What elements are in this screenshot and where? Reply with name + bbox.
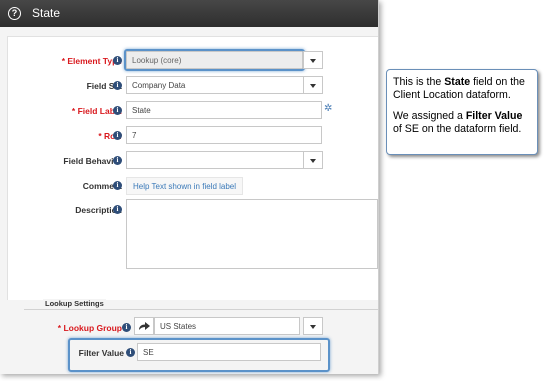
- lookup-group-select[interactable]: US States: [154, 317, 300, 335]
- gear-icon[interactable]: ✲: [324, 104, 332, 114]
- field-label-input[interactable]: State: [126, 101, 322, 119]
- share-arrow-icon[interactable]: [134, 317, 154, 335]
- info-icon[interactable]: i: [113, 106, 122, 115]
- state-field-dialog: ? State * Element Type i Lookup (core) F…: [0, 0, 379, 374]
- info-icon[interactable]: i: [113, 181, 122, 190]
- callout-bold-text: State: [444, 76, 471, 88]
- field-behavior-dropdown-button[interactable]: [303, 151, 323, 169]
- section-divider: [24, 309, 378, 310]
- info-icon[interactable]: i: [113, 81, 122, 90]
- callout-text: This is the: [393, 76, 445, 88]
- info-icon[interactable]: i: [113, 131, 122, 140]
- info-icon[interactable]: i: [113, 205, 122, 214]
- field-behavior-select[interactable]: [126, 151, 304, 169]
- lookup-settings-title: Lookup Settings: [43, 299, 106, 308]
- description-textarea[interactable]: [126, 199, 378, 269]
- callout-text: of SE on the dataform field.: [393, 122, 522, 135]
- callout-text: We assigned a: [393, 110, 466, 122]
- info-icon[interactable]: i: [113, 56, 122, 65]
- filter-value-label: Filter Value: [78, 348, 124, 358]
- dialog-title: State: [32, 6, 61, 20]
- element-type-highlight: [124, 49, 305, 71]
- field-set-dropdown-button[interactable]: [303, 76, 323, 94]
- info-icon[interactable]: i: [126, 348, 135, 357]
- callout-paragraph-1: This is the State field on the Client Lo…: [393, 76, 531, 101]
- field-set-select[interactable]: Company Data: [126, 76, 304, 94]
- comment-help-text[interactable]: Help Text shown in field label: [126, 177, 244, 195]
- lookup-group-label: * Lookup Group: [57, 323, 122, 333]
- dialog-titlebar: ? State: [0, 0, 378, 27]
- element-type-dropdown-button[interactable]: [303, 51, 323, 69]
- callout-bold-text: Filter Value: [465, 110, 523, 122]
- info-icon[interactable]: i: [122, 323, 131, 332]
- help-icon[interactable]: ?: [8, 7, 21, 20]
- annotation-callout: This is the State field on the Client Lo…: [386, 69, 538, 155]
- row-input[interactable]: 7: [126, 126, 322, 144]
- filter-value-input[interactable]: SE: [137, 343, 321, 361]
- lookup-group-dropdown-button[interactable]: [303, 317, 323, 335]
- callout-paragraph-2: We assigned a Filter Value of SE on the …: [393, 110, 531, 135]
- info-icon[interactable]: i: [113, 156, 122, 165]
